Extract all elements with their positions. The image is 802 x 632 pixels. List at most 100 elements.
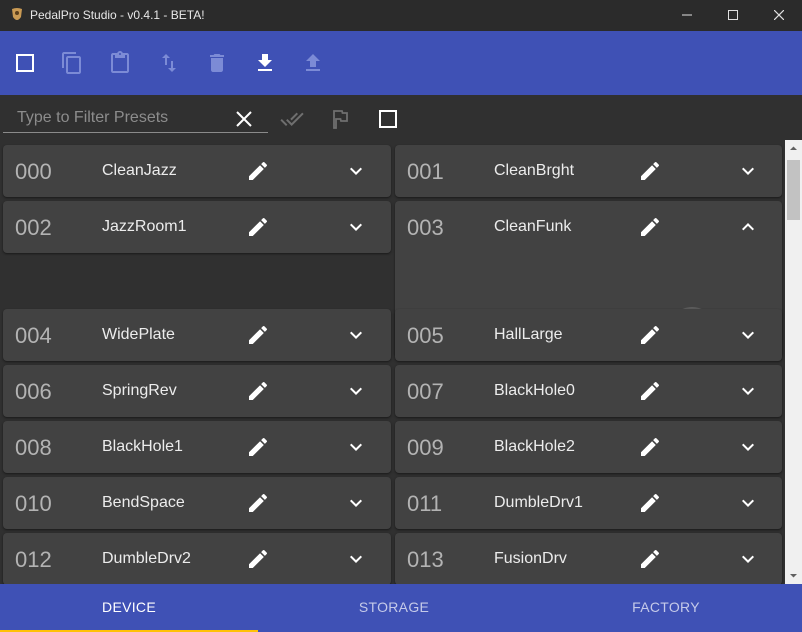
preset-number: 003 [407, 215, 444, 240]
chevron-down-icon [742, 387, 754, 395]
expand-button[interactable] [344, 159, 368, 183]
expand-button[interactable] [736, 491, 760, 515]
delete-icon [210, 54, 224, 72]
preset-card[interactable]: 013 FusionDrv [395, 533, 782, 584]
edit-button[interactable] [638, 435, 662, 459]
preset-number: 004 [15, 323, 52, 348]
preset-card[interactable]: 009 BlackHole2 [395, 421, 782, 473]
checkbox-outline-icon [379, 110, 397, 128]
preset-card[interactable]: 007 BlackHole0 [395, 365, 782, 417]
edit-button[interactable] [638, 379, 662, 403]
preset-name: CleanJazz [102, 162, 177, 179]
close-icon [774, 10, 784, 20]
scroll-down-arrow-icon [790, 574, 797, 578]
swap-button[interactable] [157, 51, 181, 75]
preset-card[interactable]: 001 CleanBrght [395, 145, 782, 197]
expand-button[interactable] [736, 159, 760, 183]
chevron-down-icon [350, 167, 362, 175]
minimize-icon [682, 14, 692, 16]
edit-button[interactable] [246, 435, 270, 459]
filter-input[interactable] [3, 103, 268, 133]
expand-button[interactable] [736, 379, 760, 403]
scroll-up-arrow-icon [790, 146, 797, 150]
preset-number: 013 [407, 547, 444, 572]
maximize-button[interactable] [710, 0, 756, 31]
scroll-thumb[interactable] [787, 160, 800, 220]
upload-button[interactable] [301, 51, 325, 75]
edit-button[interactable] [638, 547, 662, 571]
preset-card[interactable]: 004 WidePlate [3, 309, 391, 361]
clear-filter-button[interactable] [232, 107, 256, 131]
preset-name: SpringRev [102, 382, 177, 399]
filter-bar [0, 95, 802, 140]
preset-card[interactable]: 006 SpringRev [3, 365, 391, 417]
preset-list: 000 CleanJazz 001 CleanBrght 002 JazzRoo… [0, 140, 785, 584]
tab-device[interactable]: DEVICE [0, 584, 258, 632]
edit-button[interactable] [246, 323, 270, 347]
vertical-scrollbar[interactable] [785, 140, 802, 584]
edit-button[interactable] [638, 215, 662, 239]
edit-button[interactable] [246, 215, 270, 239]
expand-button[interactable] [344, 547, 368, 571]
preset-name: WidePlate [102, 326, 175, 343]
pencil-icon [641, 325, 660, 344]
scroll-up-button[interactable] [785, 140, 802, 157]
preset-card[interactable]: 008 BlackHole1 [3, 421, 391, 473]
chevron-down-icon [742, 167, 754, 175]
copy-button[interactable] [60, 51, 84, 75]
paste-button[interactable] [108, 51, 132, 75]
edit-button[interactable] [638, 323, 662, 347]
select-filtered-button[interactable] [280, 107, 304, 131]
expand-button[interactable] [344, 215, 368, 239]
download-button[interactable] [253, 51, 277, 75]
preset-name: JazzRoom1 [102, 218, 187, 235]
select-all-button[interactable] [13, 51, 37, 75]
app-logo-icon [12, 8, 22, 20]
expand-button[interactable] [344, 323, 368, 347]
delete-button[interactable] [205, 51, 229, 75]
preset-card[interactable]: 000 CleanJazz [3, 145, 391, 197]
pencil-icon [641, 161, 660, 180]
download-icon [258, 54, 272, 71]
preset-number: 005 [407, 323, 444, 348]
edit-button[interactable] [246, 379, 270, 403]
select-all-filter-button[interactable] [376, 107, 400, 131]
preset-card[interactable]: 012 DumbleDrv2 [3, 533, 391, 584]
preset-name: HallLarge [494, 326, 563, 343]
expand-button[interactable] [736, 435, 760, 459]
expand-button[interactable] [344, 379, 368, 403]
preset-card[interactable]: 011 DumbleDrv1 [395, 477, 782, 529]
flag-icon [333, 110, 348, 129]
collapse-button[interactable] [736, 215, 760, 239]
preset-card[interactable]: 010 BendSpace [3, 477, 391, 529]
edit-button[interactable] [246, 547, 270, 571]
preset-card[interactable]: 005 HallLarge [395, 309, 782, 361]
close-window-button[interactable] [756, 0, 802, 31]
copy-icon [62, 52, 81, 74]
edit-button[interactable] [638, 159, 662, 183]
pencil-icon [249, 549, 268, 568]
edit-button[interactable] [246, 159, 270, 183]
checkbox-outline-icon [16, 54, 34, 72]
scroll-down-button[interactable] [785, 567, 802, 584]
flag-filter-button[interactable] [328, 107, 352, 131]
tab-storage[interactable]: STORAGE [258, 584, 530, 632]
preset-name: BlackHole2 [494, 438, 575, 455]
expand-button[interactable] [344, 491, 368, 515]
tab-factory[interactable]: FACTORY [530, 584, 802, 632]
minimize-button[interactable] [664, 0, 710, 31]
pencil-icon [249, 161, 268, 180]
chevron-up-icon [742, 223, 754, 231]
preset-card[interactable]: 002 JazzRoom1 [3, 201, 391, 253]
expand-button[interactable] [736, 547, 760, 571]
edit-button[interactable] [246, 491, 270, 515]
bottom-navigation: DEVICE STORAGE FACTORY [0, 584, 802, 632]
expand-button[interactable] [344, 435, 368, 459]
expand-button[interactable] [736, 323, 760, 347]
pencil-icon [249, 493, 268, 512]
preset-number: 012 [15, 547, 52, 572]
preset-name: BendSpace [102, 494, 185, 511]
title-bar: PedalPro Studio - v0.4.1 - BETA! [0, 0, 802, 31]
chevron-down-icon [350, 555, 362, 563]
edit-button[interactable] [638, 491, 662, 515]
